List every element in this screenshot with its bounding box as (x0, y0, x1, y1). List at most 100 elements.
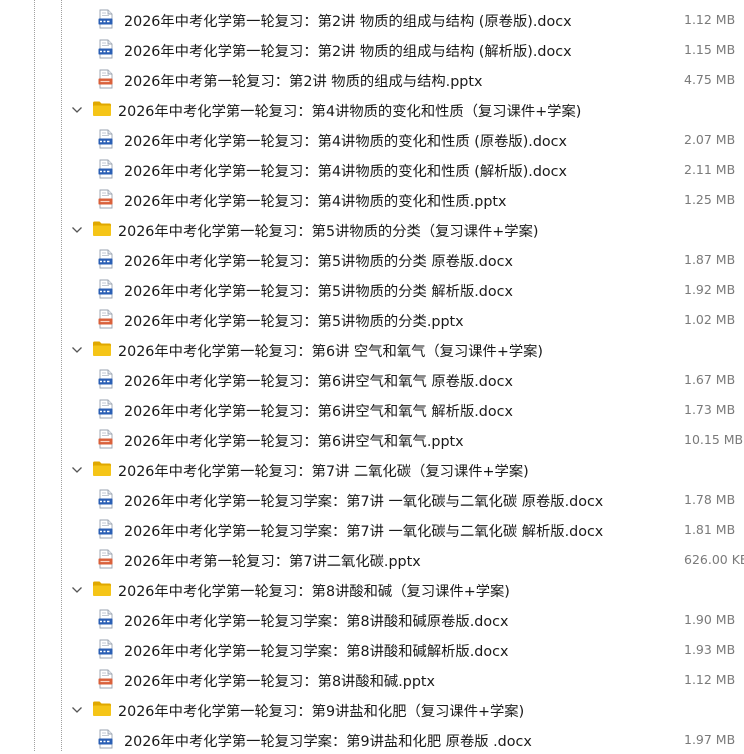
file-row[interactable]: 2026年中考化学第一轮复习：第5讲物质的分类.pptx 1.02 MB (0, 304, 744, 334)
docx-file-icon (97, 369, 114, 389)
file-row[interactable]: 2026年中考化学第一轮复习学案：第7讲 一氧化碳与二氧化碳 解析版.docx 1… (0, 514, 744, 544)
folder-icon (92, 580, 112, 597)
docx-file-icon (97, 279, 114, 299)
pptx-file-icon (97, 429, 114, 449)
folder-name: 2026年中考化学第一轮复习：第6讲 空气和氧气（复习课件+学案) (118, 344, 544, 360)
docx-file-icon (97, 609, 114, 629)
file-size: 1.78 MB (684, 492, 736, 507)
file-name: 2026年中考化学第一轮复习：第6讲空气和氧气.pptx (124, 434, 464, 450)
file-size: 1.12 MB (684, 12, 736, 27)
file-name: 2026年中考化学第一轮复习：第5讲物质的分类 原卷版.docx (124, 254, 513, 270)
pptx-file-icon (97, 309, 114, 329)
pptx-file-icon (97, 189, 114, 209)
file-row[interactable]: 2026年中考化学第一轮复习：第4讲物质的变化和性质 (解析版).docx 2.1… (0, 154, 744, 184)
file-name: 2026年中考化学第一轮复习：第6讲空气和氧气 解析版.docx (124, 404, 513, 420)
file-size: 2.07 MB (684, 132, 736, 147)
file-row[interactable]: 2026年中考第一轮复习：第2讲 物质的组成与结构.pptx 4.75 MB (0, 64, 744, 94)
folder-row[interactable]: 2026年中考化学第一轮复习：第9讲盐和化肥（复习课件+学案) (0, 694, 744, 724)
folder-name: 2026年中考化学第一轮复习：第8讲酸和碱（复习课件+学案) (118, 584, 510, 600)
file-size: 4.75 MB (684, 72, 736, 87)
file-row[interactable]: 2026年中考化学第一轮复习学案：第7讲 一氧化碳与二氧化碳 原卷版.docx 1… (0, 484, 744, 514)
folder-name: 2026年中考化学第一轮复习：第7讲 二氧化碳（复习课件+学案) (118, 464, 529, 480)
docx-file-icon (97, 519, 114, 539)
file-name: 2026年中考化学第一轮复习：第8讲酸和碱.pptx (124, 674, 435, 690)
file-name: 2026年中考化学第一轮复习：第2讲 物质的组成与结构 (解析版).docx (124, 44, 572, 60)
docx-file-icon (97, 399, 114, 419)
pptx-file-icon (97, 549, 114, 569)
chevron-down-icon[interactable] (70, 462, 84, 476)
folder-icon (92, 340, 112, 357)
file-size: 626.00 KB (684, 552, 744, 567)
docx-file-icon (97, 39, 114, 59)
file-size: 1.15 MB (684, 42, 736, 57)
file-size: 2.11 MB (684, 162, 736, 177)
file-name: 2026年中考化学第一轮复习：第2讲 物质的组成与结构 (原卷版).docx (124, 14, 572, 30)
docx-file-icon (97, 489, 114, 509)
file-name: 2026年中考化学第一轮复习：第5讲物质的分类 解析版.docx (124, 284, 513, 300)
folder-row[interactable]: 2026年中考化学第一轮复习：第8讲酸和碱（复习课件+学案) (0, 574, 744, 604)
file-size: 1.87 MB (684, 252, 736, 267)
docx-file-icon (97, 729, 114, 749)
file-row[interactable]: 2026年中考化学第一轮复习：第8讲酸和碱.pptx 1.12 MB (0, 664, 744, 694)
file-name: 2026年中考化学第一轮复习：第4讲物质的变化和性质 (解析版).docx (124, 164, 567, 180)
folder-row[interactable]: 2026年中考化学第一轮复习：第4讲物质的变化和性质（复习课件+学案) (0, 94, 744, 124)
chevron-down-icon[interactable] (70, 102, 84, 116)
file-row[interactable]: 2026年中考化学第一轮复习：第2讲 物质的组成与结构 (解析版).docx 1.… (0, 34, 744, 64)
file-row[interactable]: 2026年中考化学第一轮复习学案：第9讲盐和化肥 原卷版 .docx 1.97 M… (0, 724, 744, 754)
file-size: 1.81 MB (684, 522, 736, 537)
file-row[interactable]: 2026年中考化学第一轮复习学案：第8讲酸和碱原卷版.docx 1.90 MB (0, 604, 744, 634)
chevron-down-icon[interactable] (70, 582, 84, 596)
file-row[interactable]: 2026年中考化学第一轮复习：第2讲 物质的组成与结构 (原卷版).docx 1.… (0, 4, 744, 34)
pptx-file-icon (97, 669, 114, 689)
file-name: 2026年中考化学第一轮复习：第4讲物质的变化和性质 (原卷版).docx (124, 134, 567, 150)
docx-file-icon (97, 639, 114, 659)
folder-name: 2026年中考化学第一轮复习：第5讲物质的分类（复习课件+学案) (118, 224, 539, 240)
file-row[interactable]: 2026年中考化学第一轮复习：第5讲物质的分类 原卷版.docx 1.87 MB (0, 244, 744, 274)
file-name: 2026年中考化学第一轮复习学案：第9讲盐和化肥 原卷版 .docx (124, 734, 532, 750)
file-size: 1.93 MB (684, 642, 736, 657)
file-row[interactable]: 2026年中考第一轮复习：第7讲二氧化碳.pptx 626.00 KB (0, 544, 744, 574)
file-size: 1.02 MB (684, 312, 736, 327)
folder-icon (92, 700, 112, 717)
file-size: 1.12 MB (684, 672, 736, 687)
file-row[interactable]: 2026年中考化学第一轮复习：第4讲物质的变化和性质.pptx 1.25 MB (0, 184, 744, 214)
pptx-file-icon (97, 69, 114, 89)
file-name: 2026年中考第一轮复习：第2讲 物质的组成与结构.pptx (124, 74, 483, 90)
folder-icon (92, 460, 112, 477)
chevron-down-icon[interactable] (70, 222, 84, 236)
folder-row[interactable]: 2026年中考化学第一轮复习：第5讲物质的分类（复习课件+学案) (0, 214, 744, 244)
folder-name: 2026年中考化学第一轮复习：第9讲盐和化肥（复习课件+学案) (118, 704, 525, 720)
folder-icon (92, 100, 112, 117)
file-row[interactable]: 2026年中考化学第一轮复习：第4讲物质的变化和性质 (原卷版).docx 2.0… (0, 124, 744, 154)
file-row[interactable]: 2026年中考化学第一轮复习学案：第8讲酸和碱解析版.docx 1.93 MB (0, 634, 744, 664)
file-size: 1.92 MB (684, 282, 736, 297)
folder-row[interactable]: 2026年中考化学第一轮复习：第6讲 空气和氧气（复习课件+学案) (0, 334, 744, 364)
file-size: 1.73 MB (684, 402, 736, 417)
file-name: 2026年中考化学第一轮复习学案：第8讲酸和碱原卷版.docx (124, 614, 509, 630)
docx-file-icon (97, 249, 114, 269)
file-tree: 2026年中考化学第一轮复习：第2讲 物质的组成与结构 (原卷版).docx 1.… (0, 4, 744, 754)
file-row[interactable]: 2026年中考化学第一轮复习：第6讲空气和氧气 原卷版.docx 1.67 MB (0, 364, 744, 394)
file-name: 2026年中考化学第一轮复习学案：第7讲 一氧化碳与二氧化碳 解析版.docx (124, 524, 604, 540)
docx-file-icon (97, 159, 114, 179)
folder-icon (92, 220, 112, 237)
file-size: 1.25 MB (684, 192, 736, 207)
file-name: 2026年中考第一轮复习：第7讲二氧化碳.pptx (124, 554, 421, 570)
file-row[interactable]: 2026年中考化学第一轮复习：第6讲空气和氧气 解析版.docx 1.73 MB (0, 394, 744, 424)
file-row[interactable]: 2026年中考化学第一轮复习：第5讲物质的分类 解析版.docx 1.92 MB (0, 274, 744, 304)
file-size: 1.97 MB (684, 732, 736, 747)
file-name: 2026年中考化学第一轮复习学案：第8讲酸和碱解析版.docx (124, 644, 509, 660)
docx-file-icon (97, 9, 114, 29)
file-name: 2026年中考化学第一轮复习：第6讲空气和氧气 原卷版.docx (124, 374, 513, 390)
file-size: 10.15 MB (684, 432, 744, 447)
folder-name: 2026年中考化学第一轮复习：第4讲物质的变化和性质（复习课件+学案) (118, 104, 582, 120)
file-size: 1.67 MB (684, 372, 736, 387)
docx-file-icon (97, 129, 114, 149)
file-name: 2026年中考化学第一轮复习学案：第7讲 一氧化碳与二氧化碳 原卷版.docx (124, 494, 604, 510)
folder-row[interactable]: 2026年中考化学第一轮复习：第7讲 二氧化碳（复习课件+学案) (0, 454, 744, 484)
file-size: 1.90 MB (684, 612, 736, 627)
chevron-down-icon[interactable] (70, 342, 84, 356)
file-row[interactable]: 2026年中考化学第一轮复习：第6讲空气和氧气.pptx 10.15 MB (0, 424, 744, 454)
file-name: 2026年中考化学第一轮复习：第4讲物质的变化和性质.pptx (124, 194, 507, 210)
chevron-down-icon[interactable] (70, 702, 84, 716)
